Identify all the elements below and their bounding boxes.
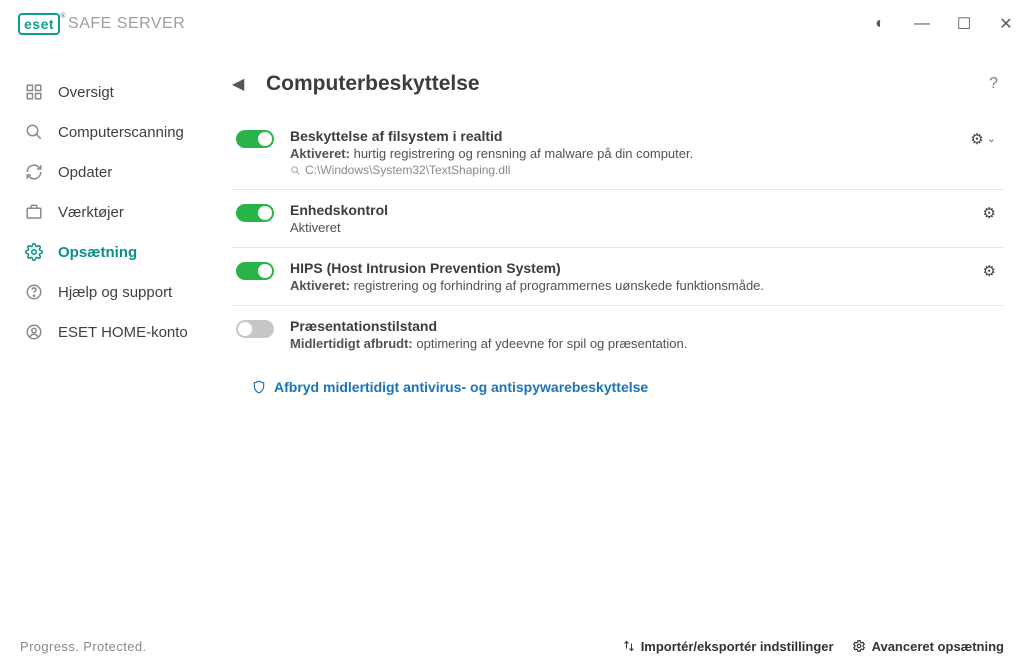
main-panel: ◀ Computerbeskyttelse ? Beskyttelse af f…: [232, 48, 1024, 622]
toggle-realtime[interactable]: [236, 130, 274, 148]
row-subtitle: Aktiveret: hurtig registrering og rensni…: [290, 146, 946, 161]
sidebar-item-label: Opsætning: [58, 244, 137, 261]
maximize-button[interactable]: ☐: [956, 14, 972, 34]
settings-gear-device[interactable]: ⚙: [975, 202, 998, 222]
briefcase-icon: [24, 202, 44, 222]
sidebar-item-scan[interactable]: Computerscanning: [0, 112, 232, 152]
footer: Progress. Protected. Importér/eksportér …: [0, 622, 1024, 670]
sidebar-item-label: Oversigt: [58, 84, 114, 101]
setting-row-hips: HIPS (Host Intrusion Prevention System) …: [232, 248, 1004, 306]
row-subtitle: Aktiveret: registrering og forhindring a…: [290, 278, 959, 293]
eset-badge-icon: eset: [18, 13, 60, 35]
sidebar-item-tools[interactable]: Værktøjer: [0, 192, 232, 232]
product-name: SAFE SERVER: [68, 15, 185, 33]
toggle-device[interactable]: [236, 204, 274, 222]
setting-row-realtime: Beskyttelse af filsystem i realtid Aktiv…: [232, 116, 1004, 190]
title-bar: eset SAFE SERVER ◐ — ☐ ✕: [0, 0, 1024, 48]
brand-block: eset SAFE SERVER: [18, 13, 185, 35]
sidebar-item-label: ESET HOME-konto: [58, 324, 188, 341]
pause-protection-row: Afbryd midlertidigt antivirus- og antisp…: [232, 363, 1004, 403]
pause-protection-link[interactable]: Afbryd midlertidigt antivirus- og antisp…: [252, 379, 998, 395]
user-icon: [24, 322, 44, 342]
setting-row-device: Enhedskontrol Aktiveret ⚙: [232, 190, 1004, 248]
transfer-icon: [623, 639, 635, 653]
minimize-button[interactable]: —: [914, 15, 930, 33]
magnifier-icon: [290, 165, 301, 176]
sidebar: Oversigt Computerscanning Opdater Værktø…: [0, 48, 232, 622]
gear-icon: [24, 242, 44, 262]
toggle-hips[interactable]: [236, 262, 274, 280]
sidebar-item-label: Værktøjer: [58, 204, 124, 221]
row-subtitle: Aktiveret: [290, 220, 959, 235]
import-export-label: Importér/eksportér indstillinger: [641, 639, 834, 654]
row-subtitle: Midlertidigt afbrudt: optimering af ydee…: [290, 336, 998, 351]
settings-gear-realtime[interactable]: ⚙: [962, 128, 998, 148]
refresh-icon: [24, 162, 44, 182]
pause-protection-label: Afbryd midlertidigt antivirus- og antisp…: [274, 379, 648, 395]
search-icon: [24, 122, 44, 142]
row-title: HIPS (Host Intrusion Prevention System): [290, 260, 959, 276]
row-title: Beskyttelse af filsystem i realtid: [290, 128, 946, 144]
sidebar-item-label: Computerscanning: [58, 124, 184, 141]
back-button[interactable]: ◀: [232, 74, 252, 94]
gear-icon: [852, 639, 866, 653]
advanced-setup-label: Avanceret opsætning: [872, 639, 1004, 654]
page-header: ◀ Computerbeskyttelse ?: [232, 72, 1004, 116]
contrast-icon[interactable]: ◐: [872, 15, 888, 33]
dashboard-icon: [24, 82, 44, 102]
import-export-button[interactable]: Importér/eksportér indstillinger: [623, 639, 834, 654]
shield-icon: [252, 379, 266, 395]
close-button[interactable]: ✕: [998, 14, 1014, 34]
window-controls: ◐ — ☐ ✕: [872, 14, 1014, 34]
help-icon: [24, 282, 44, 302]
row-title: Præsentationstilstand: [290, 318, 998, 334]
sidebar-item-setup[interactable]: Opsætning: [0, 232, 232, 272]
sidebar-item-update[interactable]: Opdater: [0, 152, 232, 192]
footer-slogan: Progress. Protected.: [20, 639, 147, 654]
sidebar-item-home-account[interactable]: ESET HOME-konto: [0, 312, 232, 352]
row-scanpath: C:\Windows\System32\TextShaping.dll: [290, 163, 946, 177]
settings-gear-hips[interactable]: ⚙: [975, 260, 998, 280]
toggle-presentation[interactable]: [236, 320, 274, 338]
row-title: Enhedskontrol: [290, 202, 959, 218]
advanced-setup-button[interactable]: Avanceret opsætning: [852, 639, 1004, 654]
context-help-button[interactable]: ?: [989, 75, 1004, 93]
sidebar-item-label: Hjælp og support: [58, 284, 172, 301]
setting-row-presentation: Præsentationstilstand Midlertidigt afbru…: [232, 306, 1004, 363]
sidebar-item-label: Opdater: [58, 164, 112, 181]
sidebar-item-overview[interactable]: Oversigt: [0, 72, 232, 112]
page-title: Computerbeskyttelse: [266, 72, 480, 96]
sidebar-item-help[interactable]: Hjælp og support: [0, 272, 232, 312]
